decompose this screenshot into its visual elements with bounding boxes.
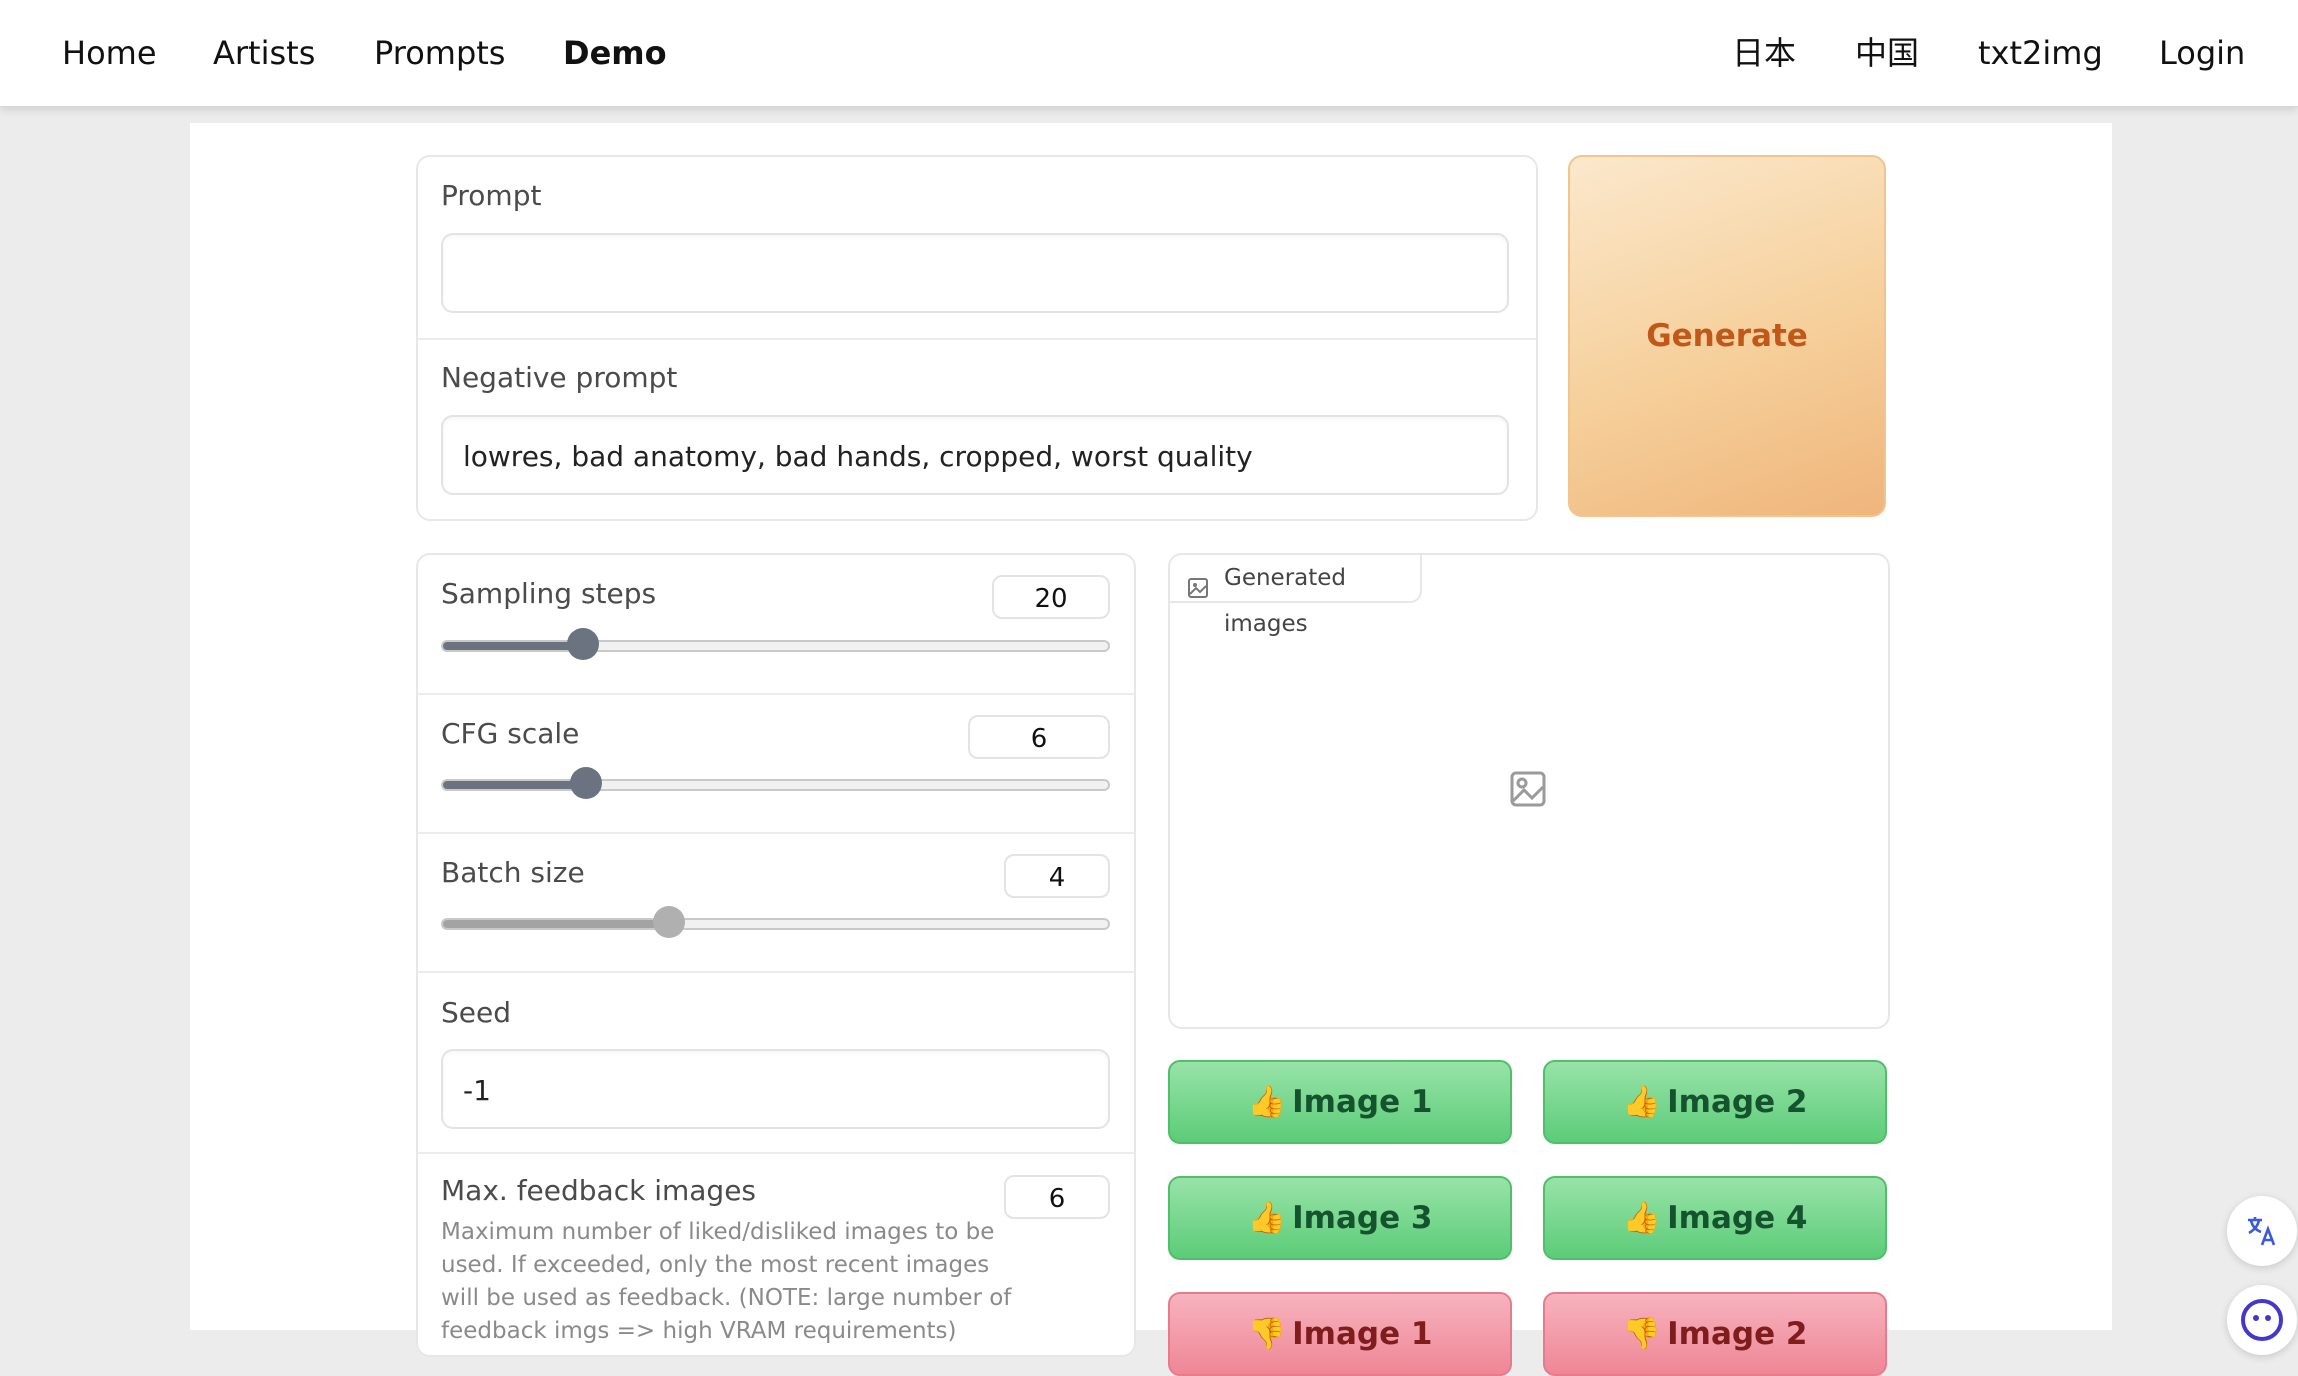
batch-size-label: Batch size [441, 856, 585, 889]
button-label: Image 2 [1667, 1084, 1808, 1120]
divider [418, 832, 1134, 834]
negative-prompt-input[interactable]: lowres, bad anatomy, bad hands, cropped,… [441, 415, 1509, 495]
prompt-label: Prompt [441, 179, 542, 212]
button-label: Image 1 [1292, 1084, 1433, 1120]
nav-demo[interactable]: Demo [563, 0, 667, 106]
cfg-scale-slider[interactable] [441, 767, 1110, 799]
top-navbar: Home Artists Prompts Demo 日本 中国 txt2img … [0, 0, 2298, 107]
thumbs-down-icon: 👎 [1247, 1316, 1287, 1352]
dislike-image-2-button[interactable]: 👎 Image 2 [1543, 1292, 1887, 1376]
sampling-steps-slider[interactable] [441, 628, 1110, 660]
like-image-3-button[interactable]: 👍 Image 3 [1168, 1176, 1512, 1260]
max-feedback-label: Max. feedback images [441, 1174, 757, 1207]
button-label: Image 4 [1667, 1200, 1808, 1236]
divider [418, 971, 1134, 973]
dislike-image-1-button[interactable]: 👎 Image 1 [1168, 1292, 1512, 1376]
slider-thumb[interactable] [569, 767, 602, 799]
negative-prompt-label: Negative prompt [441, 361, 678, 394]
seed-label: Seed [441, 996, 511, 1029]
nav-china[interactable]: 中国 [1855, 0, 1919, 106]
assistant-icon [2240, 1298, 2284, 1346]
max-feedback-description: Maximum number of liked/disliked images … [441, 1219, 1012, 1344]
nav-login[interactable]: Login [2159, 0, 2245, 106]
divider [418, 338, 1536, 340]
slider-thumb[interactable] [566, 628, 599, 660]
slider-fill [443, 920, 670, 928]
button-label: Image 1 [1292, 1316, 1433, 1352]
thumbs-up-icon: 👍 [1622, 1200, 1662, 1236]
settings-panel: Sampling steps 20 CFG scale 6 Batch size… [416, 553, 1136, 1357]
image-placeholder-icon [1510, 771, 1546, 811]
nav-artists[interactable]: Artists [213, 0, 315, 106]
slider-fill [443, 642, 583, 650]
prompt-input[interactable] [441, 233, 1509, 313]
nav-japan[interactable]: 日本 [1732, 0, 1796, 106]
gallery-label: Generated images [1224, 565, 1347, 637]
button-label: Image 3 [1292, 1200, 1433, 1236]
slider-thumb[interactable] [653, 906, 686, 938]
cfg-scale-input[interactable]: 6 [968, 715, 1110, 759]
image-icon [1188, 568, 1208, 614]
thumbs-up-icon: 👍 [1247, 1084, 1287, 1120]
batch-size-input[interactable]: 4 [1004, 854, 1110, 898]
batch-size-slider[interactable] [441, 906, 1110, 938]
translate-button[interactable] [2227, 1196, 2297, 1266]
sampling-steps-label: Sampling steps [441, 577, 657, 610]
prompt-panel: Prompt Negative prompt lowres, bad anato… [416, 155, 1538, 521]
assistant-button[interactable] [2227, 1285, 2297, 1355]
thumbs-up-icon: 👍 [1622, 1084, 1662, 1120]
thumbs-down-icon: 👎 [1622, 1316, 1662, 1352]
max-feedback-input[interactable]: 6 [1004, 1175, 1110, 1219]
divider [418, 1152, 1134, 1154]
cfg-scale-label: CFG scale [441, 717, 580, 750]
slider-fill [443, 781, 586, 789]
generate-button[interactable]: Generate [1568, 155, 1886, 517]
translate-icon [2245, 1214, 2279, 1252]
like-image-4-button[interactable]: 👍 Image 4 [1543, 1176, 1887, 1260]
sampling-steps-input[interactable]: 20 [992, 575, 1110, 619]
nav-prompts[interactable]: Prompts [374, 0, 505, 106]
gallery-tab: Generated images [1170, 555, 1422, 637]
divider [418, 693, 1134, 695]
nav-home[interactable]: Home [62, 0, 157, 106]
seed-input[interactable]: -1 [441, 1049, 1110, 1129]
thumbs-up-icon: 👍 [1247, 1200, 1287, 1236]
generated-images-gallery: Generated images [1168, 553, 1890, 1029]
like-image-2-button[interactable]: 👍 Image 2 [1543, 1060, 1887, 1144]
like-image-1-button[interactable]: 👍 Image 1 [1168, 1060, 1512, 1144]
button-label: Image 2 [1667, 1316, 1808, 1352]
nav-txt2img[interactable]: txt2img [1978, 0, 2103, 106]
